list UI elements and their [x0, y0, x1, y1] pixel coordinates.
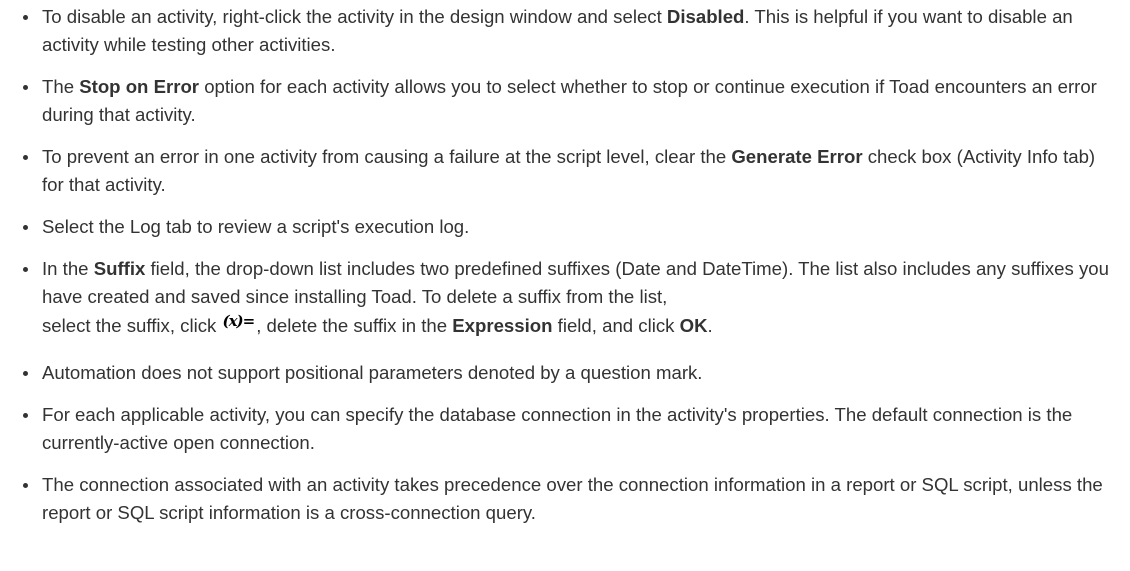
ui-term: OK	[679, 315, 708, 336]
bullet-icon	[23, 85, 28, 90]
bullet-icon	[23, 267, 28, 272]
list-item-text: In the Suffix field, the drop-down list …	[42, 255, 1112, 345]
list-item-text: Automation does not support positional p…	[42, 362, 703, 383]
list-item: Automation does not support positional p…	[0, 359, 1130, 387]
expression-icon: (x)=	[222, 312, 255, 330]
bullet-icon	[23, 15, 28, 20]
ui-term: Expression	[452, 315, 553, 336]
list-item: The Stop on Error option for each activi…	[0, 73, 1130, 129]
list-item: In the Suffix field, the drop-down list …	[0, 255, 1130, 345]
list-item-line: select the suffix, click (x)=, delete th…	[42, 312, 713, 337]
list-item-text: For each applicable activity, you can sp…	[42, 404, 1073, 453]
list-item-text: The connection associated with an activi…	[42, 474, 1103, 523]
ui-term: Generate Error	[731, 146, 863, 167]
bullet-icon	[23, 483, 28, 488]
list-item-text: Select the Log tab to review a script's …	[42, 216, 470, 237]
bullet-icon	[23, 225, 28, 230]
bullet-icon	[23, 371, 28, 376]
list-item-text: To disable an activity, right-click the …	[42, 6, 1073, 55]
list-item: To prevent an error in one activity from…	[0, 143, 1130, 199]
bullet-icon	[23, 413, 28, 418]
list-item-text: The Stop on Error option for each activi…	[42, 76, 1097, 125]
notes-list: To disable an activity, right-click the …	[0, 3, 1130, 527]
list-item: For each applicable activity, you can sp…	[0, 401, 1130, 457]
list-item: Select the Log tab to review a script's …	[0, 213, 1130, 241]
list-item-text: To prevent an error in one activity from…	[42, 146, 1096, 195]
list-item: The connection associated with an activi…	[0, 471, 1130, 527]
ui-term: Disabled	[666, 6, 745, 27]
ui-term: Suffix	[93, 258, 146, 279]
ui-term: Stop on Error	[79, 76, 200, 97]
list-item: To disable an activity, right-click the …	[0, 3, 1130, 59]
bullet-icon	[23, 155, 28, 160]
notes-document: To disable an activity, right-click the …	[0, 0, 1130, 527]
